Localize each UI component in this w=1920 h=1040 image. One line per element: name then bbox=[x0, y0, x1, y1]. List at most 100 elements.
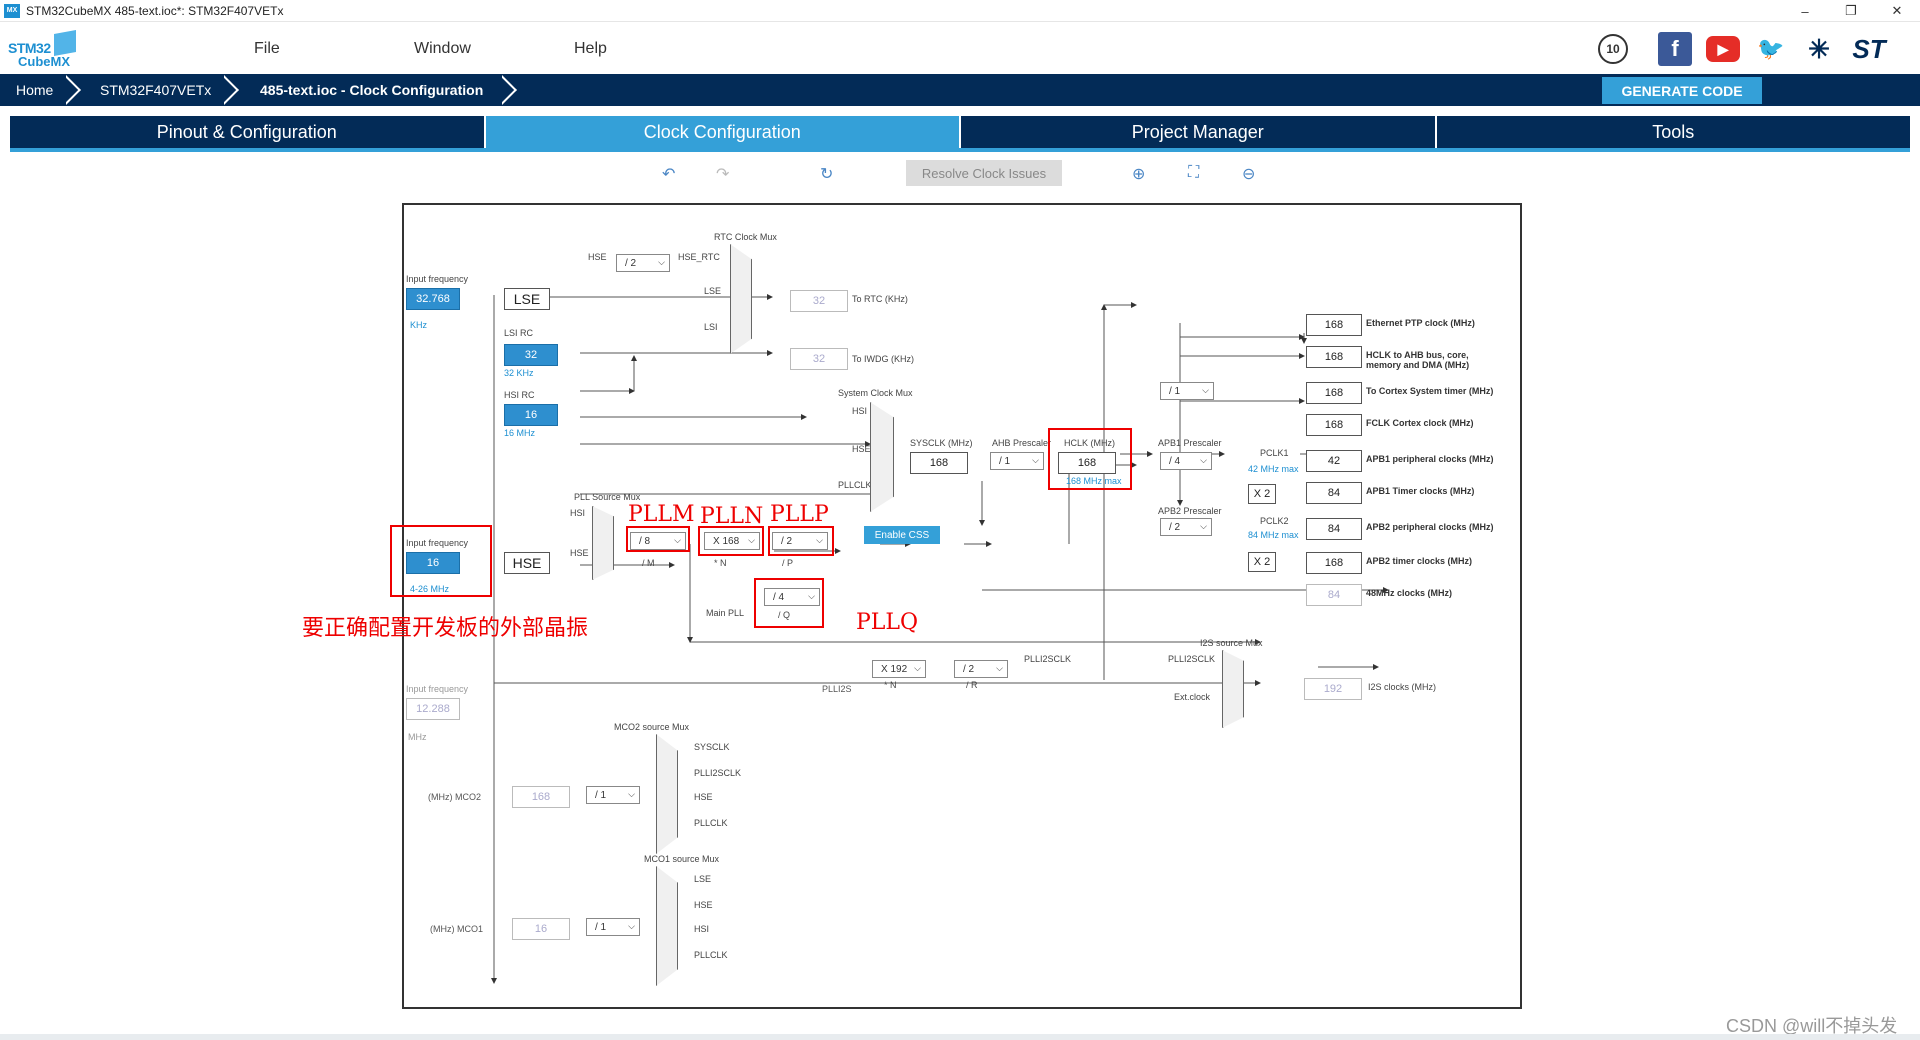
plli2sn-label: * N bbox=[884, 680, 897, 690]
output-value-4: 42 bbox=[1306, 450, 1362, 472]
mco1-pllclk-label: PLLCLK bbox=[694, 950, 728, 960]
hclk-highlight-box bbox=[1048, 428, 1132, 490]
chevron-down-icon: ⌵ bbox=[658, 257, 665, 267]
tab-tools[interactable]: Tools bbox=[1436, 116, 1910, 148]
mco2-pllclk-label: PLLCLK bbox=[694, 818, 728, 828]
tab-clock-configuration[interactable]: Clock Configuration bbox=[485, 116, 959, 148]
plli2sr-select[interactable]: / 2 ⌵ bbox=[954, 660, 1008, 678]
mco1-hsi-label: HSI bbox=[694, 924, 710, 934]
pllsrc-hse-label: HSE bbox=[570, 548, 589, 558]
lse-block: LSE bbox=[504, 288, 550, 310]
output-label-1: HCLK to AHB bus, core, memory and DMA (M… bbox=[1366, 350, 1470, 370]
menu-file[interactable]: File bbox=[254, 40, 280, 58]
system-clock-mux[interactable] bbox=[870, 402, 894, 512]
output-value-1: 168 bbox=[1306, 346, 1362, 368]
facebook-icon[interactable]: f bbox=[1658, 32, 1692, 66]
rtc-clock-mux[interactable] bbox=[730, 244, 752, 354]
menu-bar: STM32 CubeMX File Window Help 10 f ▶ 🐦 ✳… bbox=[0, 22, 1920, 74]
undo-icon[interactable]: ↶ bbox=[662, 164, 675, 184]
rtc-hse-divider-select[interactable]: / 2 ⌵ bbox=[616, 254, 670, 272]
chevron-down-icon: ⌵ bbox=[628, 789, 635, 799]
rtc-output-value: 32 bbox=[790, 290, 848, 312]
cortex-divider-select[interactable]: / 1 ⌵ bbox=[1160, 382, 1214, 400]
ahb-prescaler-select[interactable]: / 1 ⌵ bbox=[990, 452, 1044, 470]
network-icon[interactable]: ✳ bbox=[1802, 32, 1836, 66]
i2s-source-mux[interactable] bbox=[1222, 650, 1244, 728]
hse-note-annotation: 要正确配置开发板的外部晶振 bbox=[302, 616, 589, 641]
tab-pinout[interactable]: Pinout & Configuration bbox=[10, 116, 484, 148]
breadcrumb-current[interactable]: 485-text.ioc - Clock Configuration bbox=[260, 74, 483, 106]
pllp-label: / P bbox=[782, 558, 794, 568]
anniversary-10-icon[interactable]: 10 bbox=[1598, 34, 1628, 64]
output-label-2: To Cortex System timer (MHz) bbox=[1366, 386, 1494, 396]
minimize-button[interactable]: – bbox=[1782, 0, 1828, 22]
lsi-value: 32 bbox=[504, 344, 558, 366]
mco2-source-mux[interactable] bbox=[656, 734, 678, 854]
generate-code-button[interactable]: GENERATE CODE bbox=[1602, 77, 1762, 104]
resolve-clock-issues-button[interactable]: Resolve Clock Issues bbox=[906, 160, 1062, 186]
lse-frequency-input[interactable]: 32.768 bbox=[406, 288, 460, 310]
mco2-value: 168 bbox=[512, 786, 570, 808]
hsi-title: HSI RC bbox=[504, 390, 535, 400]
reset-icon[interactable]: ↻ bbox=[820, 164, 833, 184]
main-tabs: Pinout & Configuration Clock Configurati… bbox=[10, 116, 1910, 152]
lse-unit-label: KHz bbox=[410, 320, 428, 330]
iwdg-output-label: To IWDG (KHz) bbox=[852, 354, 914, 364]
twitter-icon[interactable]: 🐦 bbox=[1754, 32, 1788, 66]
apb2-timer-multiplier: X 2 bbox=[1248, 552, 1276, 572]
output-label-3: FCLK Cortex clock (MHz) bbox=[1366, 418, 1474, 428]
i2s-output-label: I2S clocks (MHz) bbox=[1368, 682, 1437, 692]
enable-css-button[interactable]: Enable CSS bbox=[864, 526, 940, 544]
menu-help[interactable]: Help bbox=[574, 40, 607, 58]
zoom-out-icon[interactable]: ⊖ bbox=[1242, 164, 1255, 184]
output-label-7: APB2 timer clocks (MHz) bbox=[1366, 556, 1473, 566]
output-value-0: 168 bbox=[1306, 314, 1362, 336]
iwdg-output-value: 32 bbox=[790, 348, 848, 370]
sysmux-hsi-label: HSI bbox=[852, 406, 868, 416]
plln-annotation: PLLN bbox=[700, 504, 764, 529]
sysmux-hse-label: HSE bbox=[852, 444, 871, 454]
breadcrumb-device[interactable]: STM32F407VETx bbox=[100, 74, 211, 106]
fit-to-screen-icon[interactable]: ⛶ bbox=[1188, 164, 1199, 182]
maximize-button[interactable]: ❐ bbox=[1828, 0, 1874, 22]
breadcrumb-home[interactable]: Home bbox=[16, 74, 53, 106]
i2s-source-mux-title: I2S source Mux bbox=[1200, 638, 1263, 648]
ext-frequency-input[interactable]: 12.288 bbox=[406, 698, 460, 720]
output-label-8: 48MHz clocks (MHz) bbox=[1366, 588, 1453, 598]
redo-icon[interactable]: ↷ bbox=[716, 164, 729, 184]
pllq-highlight-box bbox=[754, 578, 824, 628]
apb2-prescaler-label: APB2 Prescaler bbox=[1158, 506, 1222, 516]
menu-window[interactable]: Window bbox=[414, 40, 471, 58]
chevron-down-icon: ⌵ bbox=[1032, 455, 1039, 465]
pll-source-mux-title: PLL Source Mux bbox=[574, 492, 641, 502]
close-button[interactable]: ✕ bbox=[1874, 0, 1920, 22]
st-logo-icon[interactable]: ST bbox=[1852, 32, 1886, 66]
cubemx-logo: STM32 CubeMX bbox=[8, 30, 76, 70]
apb1-timer-multiplier: X 2 bbox=[1248, 484, 1276, 504]
hsi-unit: 16 MHz bbox=[504, 428, 536, 438]
mco1-source-mux[interactable] bbox=[656, 866, 678, 986]
rtc-lsi-label: LSI bbox=[704, 322, 718, 332]
apb1-prescaler-select[interactable]: / 4 ⌵ bbox=[1160, 452, 1212, 470]
hse-highlight-box bbox=[390, 525, 492, 597]
apb2-prescaler-select[interactable]: / 2 ⌵ bbox=[1160, 518, 1212, 536]
hse-block: HSE bbox=[504, 552, 550, 574]
youtube-icon[interactable]: ▶ bbox=[1706, 36, 1740, 62]
mco1-mux-title: MCO1 source Mux bbox=[644, 854, 720, 864]
mco2-divider-select[interactable]: / 1 ⌵ bbox=[586, 786, 640, 804]
input-frequency-label-lse: Input frequency bbox=[406, 274, 469, 284]
pclk2-label: PCLK2 bbox=[1260, 516, 1289, 526]
chevron-down-icon: ⌵ bbox=[1200, 455, 1207, 465]
plli2sn-select[interactable]: X 192 ⌵ bbox=[872, 660, 926, 678]
pll-source-mux[interactable] bbox=[592, 506, 614, 580]
mco1-hse-label: HSE bbox=[694, 900, 713, 910]
sysmux-pllclk-label: PLLCLK bbox=[838, 480, 872, 490]
zoom-in-icon[interactable]: ⊕ bbox=[1132, 164, 1145, 184]
sysclk-value: 168 bbox=[910, 452, 968, 474]
tab-project-manager[interactable]: Project Manager bbox=[961, 116, 1435, 148]
output-value-2: 168 bbox=[1306, 382, 1362, 404]
output-label-6: APB2 peripheral clocks (MHz) bbox=[1366, 522, 1494, 532]
mco1-divider-select[interactable]: / 1 ⌵ bbox=[586, 918, 640, 936]
ext-unit-label: MHz bbox=[408, 732, 427, 742]
mco2-hse-label: HSE bbox=[694, 792, 713, 802]
